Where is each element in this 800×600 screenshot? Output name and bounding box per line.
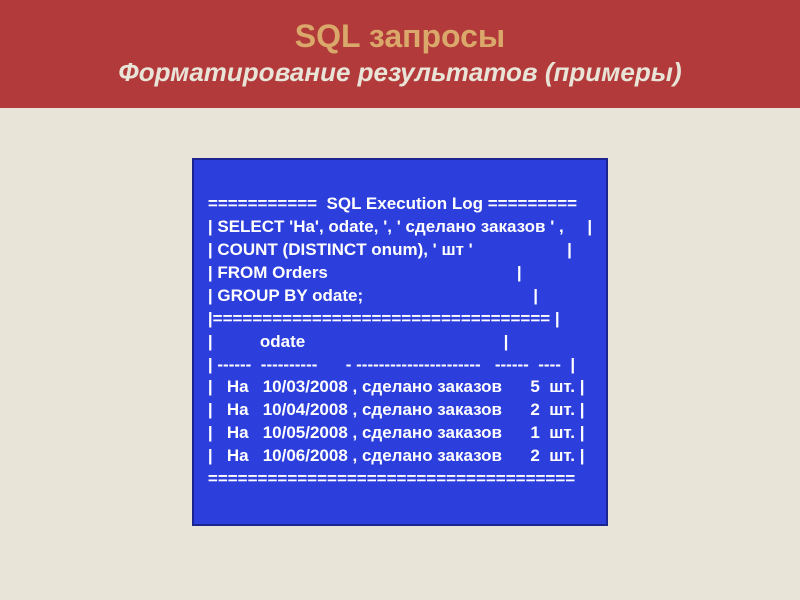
sql-line: | SELECT 'На', odate, ', ' сделано заказ… (208, 217, 592, 236)
sql-line: ===================================== (208, 469, 575, 488)
sql-line: =========== SQL Execution Log ========= (208, 194, 577, 213)
sql-line: | ------ ---------- - ------------------… (208, 355, 575, 374)
sql-line: | На 10/05/2008 , сделано заказов 1 шт. … (208, 423, 585, 442)
sql-line: | COUNT (DISTINCT onum), ' шт ' | (208, 240, 572, 259)
slide-header: SQL запросы Форматирование результатов (… (0, 0, 800, 108)
sql-line: | FROM Orders | (208, 263, 522, 282)
sql-line: | На 10/04/2008 , сделано заказов 2 шт. … (208, 400, 585, 419)
sql-line: | На 10/03/2008 , сделано заказов 5 шт. … (208, 377, 585, 396)
sql-line: | GROUP BY odate; | (208, 286, 538, 305)
sql-execution-log: =========== SQL Execution Log ========= … (192, 158, 608, 526)
sql-line: | odate | (208, 332, 508, 351)
slide-subtitle: Форматирование результатов (примеры) (20, 57, 780, 88)
slide-content: =========== SQL Execution Log ========= … (0, 108, 800, 526)
slide-title: SQL запросы (20, 18, 780, 55)
sql-line: |================================== | (208, 309, 560, 328)
sql-line: | На 10/06/2008 , сделано заказов 2 шт. … (208, 446, 585, 465)
